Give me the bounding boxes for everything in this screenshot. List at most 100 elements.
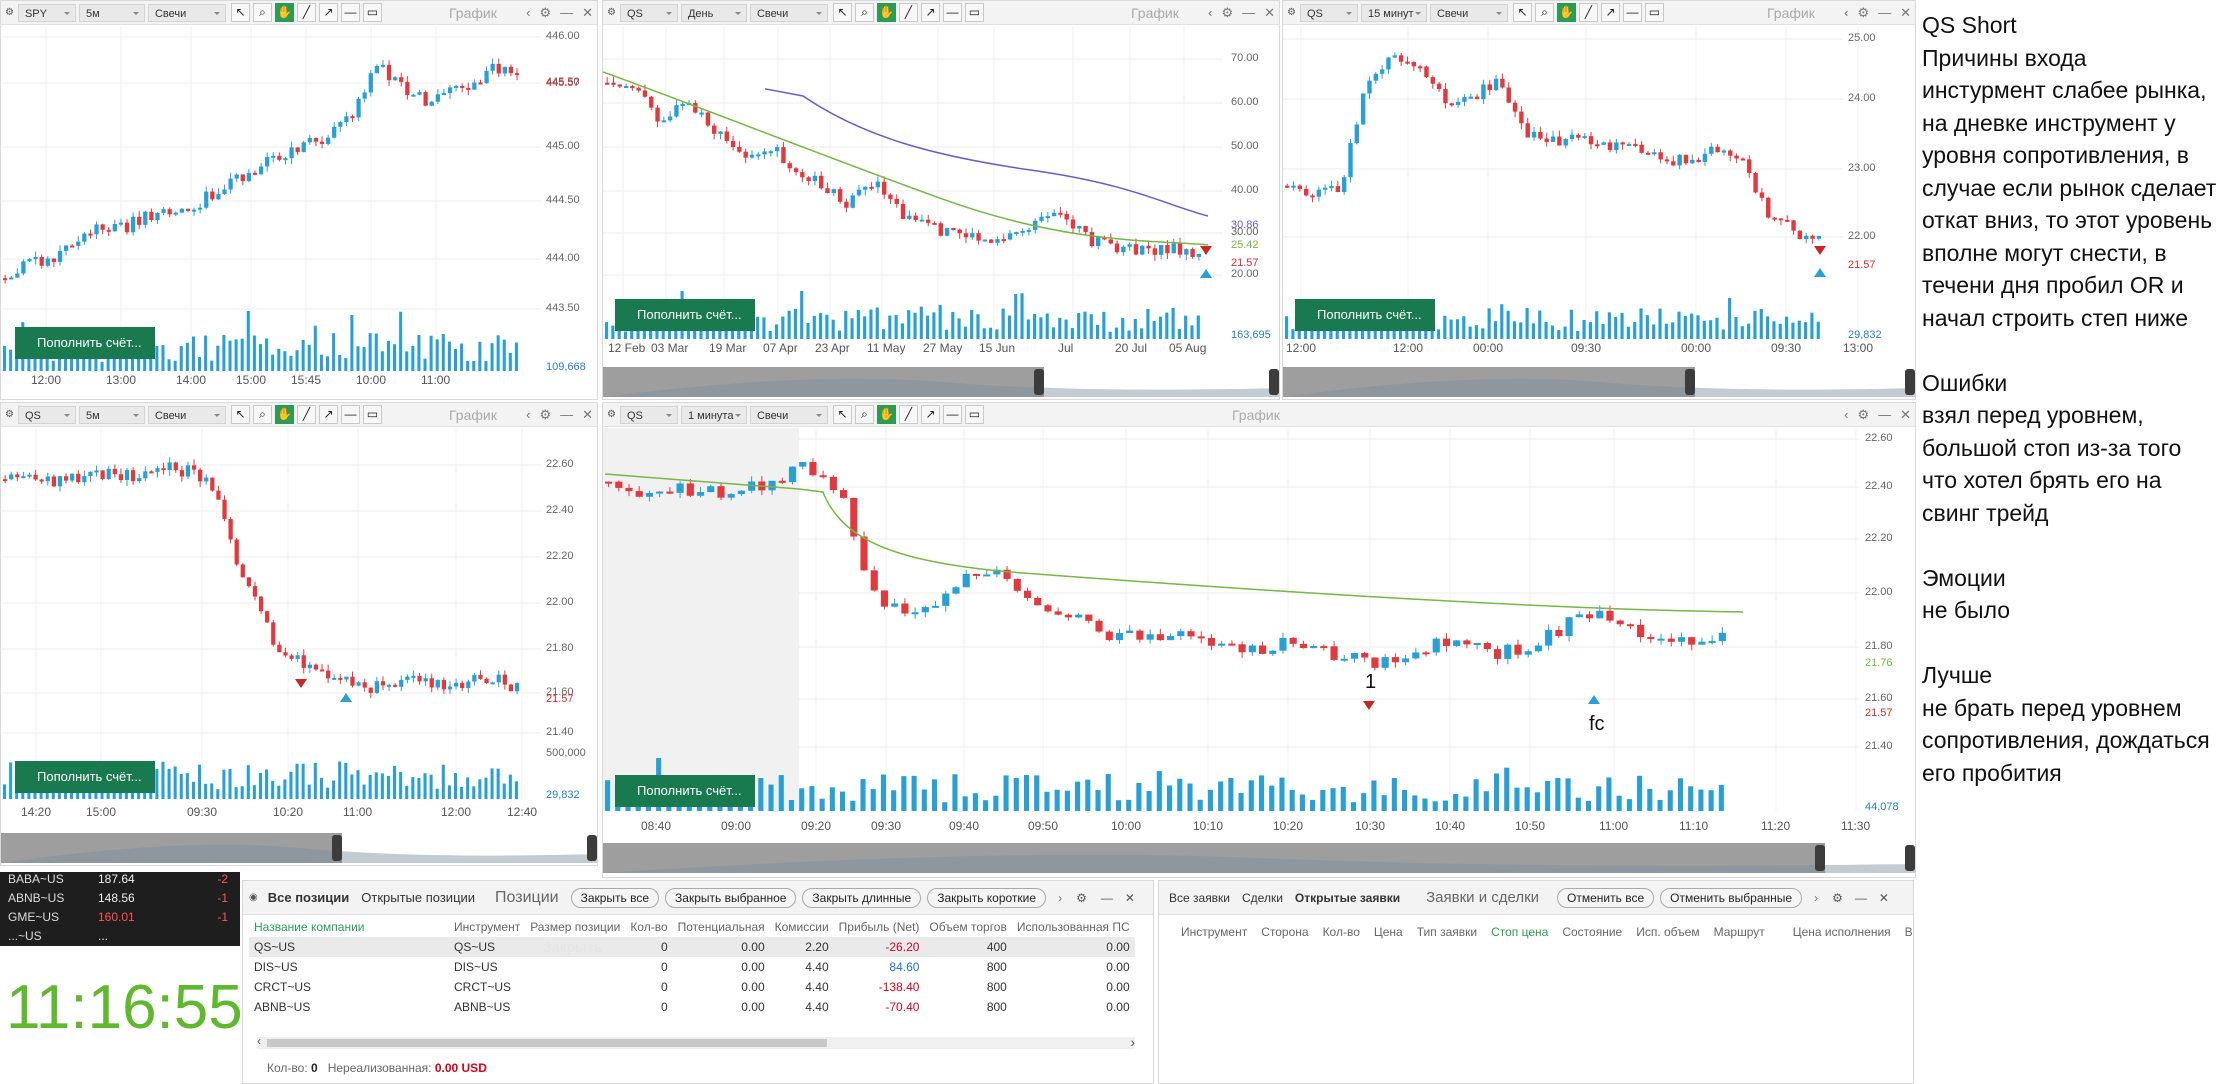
- navigator-handle-right[interactable]: [1905, 369, 1915, 395]
- close-icon[interactable]: ✕: [1125, 891, 1135, 905]
- table-row[interactable]: CRCT~US CRCT~US 0 0.00 4.40 -138.40 800 0.00: [249, 977, 1135, 997]
- tab-open-orders[interactable]: Открытые заявки: [1289, 891, 1406, 905]
- navigator-handle-right[interactable]: [587, 835, 597, 861]
- column-header[interactable]: Потенциальная: [673, 917, 770, 937]
- table-row[interactable]: ABNB~US ABNB~US 0 0.00 4.40 -70.40 800 0.00: [249, 997, 1135, 1017]
- column-header[interactable]: Маршрут: [1714, 925, 1765, 939]
- minimize-icon[interactable]: —: [1855, 891, 1867, 905]
- table-cell: QS~US: [454, 940, 496, 954]
- x-tick-label: 12:00: [31, 373, 62, 387]
- cancel-all-button[interactable]: Отменить все: [1557, 887, 1655, 908]
- time-navigator[interactable]: [1, 833, 597, 863]
- y-tick-label: 22.20: [546, 550, 574, 562]
- x-tick-label: 11:30: [1841, 819, 1871, 833]
- column-header[interactable]: Состояние: [1562, 925, 1622, 939]
- settings-icon[interactable]: ⚙: [1832, 891, 1843, 905]
- chart-panel-qs15[interactable]: ⚙ QS 15 минут Свечи ↖ ⌕ ✋ ╱ ↗ — ▭ График…: [1282, 0, 1916, 400]
- note-line: начал строить степ ниже: [1922, 304, 2189, 331]
- time-navigator[interactable]: [1283, 367, 1915, 397]
- chart-panel-qsday[interactable]: ⚙ QS День Свечи ↖ ⌕ ✋ ╱ ↗ — ▭ График ‹ ⚙ — ✕…: [602, 0, 1280, 400]
- x-tick-label: 09:30: [871, 819, 902, 833]
- watchlist-row[interactable]: ABNB~US 148.56 -1: [8, 891, 234, 910]
- clock-panel: 11:16:55: [0, 946, 240, 1084]
- watchlist-row[interactable]: GME~US 160.01 -1: [8, 910, 234, 929]
- x-tick-label: 11:20: [1761, 819, 1791, 833]
- column-header[interactable]: Кол-во: [625, 917, 672, 937]
- column-header[interactable]: Вид: [1905, 925, 1913, 939]
- x-tick-label: 09:50: [1028, 819, 1059, 833]
- fund-account-button[interactable]: Пополнить счёт...: [615, 775, 755, 807]
- column-header[interactable]: Цена исполнения: [1793, 925, 1891, 939]
- table-cell: 0: [660, 980, 668, 994]
- column-header[interactable]: Инструмент: [1181, 925, 1247, 939]
- column-header[interactable]: Размер позиции: [525, 917, 625, 937]
- fund-account-button[interactable]: Пополнить счёт...: [15, 327, 155, 359]
- table-cell: [525, 977, 625, 997]
- table-row[interactable]: DIS~US DIS~US 0 0.00 4.40 84.60 800 0.00: [249, 957, 1135, 977]
- column-header[interactable]: Стоп цена: [1491, 925, 1548, 939]
- cancel-selected-button[interactable]: Отменить выбранные: [1660, 887, 1803, 908]
- navigator-handle-left[interactable]: [1815, 845, 1826, 871]
- fund-account-button[interactable]: Пополнить счёт...: [615, 299, 755, 331]
- column-header[interactable]: Исп. объем: [1636, 925, 1699, 939]
- navigator-handle-left[interactable]: [1033, 369, 1044, 395]
- x-tick-label: 10:30: [1355, 819, 1386, 833]
- pin-icon[interactable]: ◉: [249, 892, 258, 903]
- close-short-button[interactable]: Закрыть короткие: [927, 887, 1047, 908]
- close-icon[interactable]: ✕: [1879, 891, 1889, 905]
- column-header[interactable]: Инструмент: [449, 917, 525, 937]
- tab-all-positions[interactable]: Все позиции: [262, 890, 356, 905]
- table-cell: -70.40: [885, 1000, 920, 1014]
- navigator-handle-left[interactable]: [1685, 369, 1696, 395]
- navigator-handle-left[interactable]: [331, 835, 342, 861]
- navigator-handle-right[interactable]: [1905, 845, 1915, 871]
- column-header[interactable]: Сторона: [1261, 925, 1308, 939]
- last-price-label: 21.57: [1848, 259, 1876, 271]
- settings-icon[interactable]: ⚙: [1076, 891, 1087, 905]
- column-header[interactable]: Прибыль (Net): [834, 917, 925, 937]
- scroll-left-icon[interactable]: ‹: [257, 1034, 261, 1048]
- note-line: сопротивления, дождаться: [1922, 727, 2210, 753]
- chart-panel-qs1[interactable]: ⚙ QS 1 минута Свечи ↖ ⌕ ✋ ╱ ↗ — ▭ График…: [602, 402, 1916, 878]
- y-tick-label: 21.80: [1865, 640, 1893, 652]
- x-tick-label: 10:50: [1515, 819, 1546, 833]
- column-header[interactable]: Объем торгов: [924, 917, 1011, 937]
- chart-canvas[interactable]: [1, 403, 598, 866]
- y-tick-label: 444.00: [546, 252, 580, 264]
- chart-canvas[interactable]: [603, 403, 1916, 878]
- column-header[interactable]: Название компании: [249, 917, 449, 937]
- time-navigator[interactable]: [603, 843, 1915, 873]
- chart-panel-spy5[interactable]: ⚙ SPY 5м Свечи ↖ ⌕ ✋ ╱ ↗ — ▭ График ‹ ⚙ — ✕ 4…: [0, 0, 598, 400]
- y-tick-label: 24.00: [1848, 92, 1876, 104]
- fund-account-button[interactable]: Пополнить счёт...: [15, 761, 155, 793]
- close-selected-button[interactable]: Закрыть выбранное: [665, 887, 797, 908]
- chevron-right-icon[interactable]: ›: [1814, 891, 1818, 905]
- time-navigator[interactable]: [603, 367, 1279, 397]
- tab-trades[interactable]: Сделки: [1236, 891, 1289, 905]
- navigator-handle-right[interactable]: [1269, 369, 1279, 395]
- x-tick-label: Jul: [1058, 341, 1074, 355]
- table-cell: 0.00: [1106, 960, 1130, 974]
- horizontal-scrollbar[interactable]: ‹ ›: [257, 1034, 1135, 1050]
- chevron-right-icon[interactable]: ›: [1058, 891, 1062, 905]
- column-header[interactable]: Цена: [1374, 925, 1403, 939]
- watchlist-row[interactable]: BABA~US 187.64 -2: [8, 872, 234, 891]
- close-long-button[interactable]: Закрыть длинные: [802, 887, 922, 908]
- chart-panel-qs5[interactable]: ⚙ QS 5м Свечи ↖ ⌕ ✋ ╱ ↗ — ▭ График ‹ ⚙ — ✕ 22…: [0, 402, 598, 866]
- table-row[interactable]: QS~US QS~US 0 0.00 2.20 -26.20 400 0.00: [249, 937, 1135, 957]
- tab-all-orders[interactable]: Все заявки: [1163, 891, 1236, 905]
- close-all-button[interactable]: Закрыть все: [570, 887, 660, 908]
- column-header[interactable]: Использованная ПС: [1012, 917, 1135, 937]
- note-line: уровня сопротивления, в: [1922, 142, 2189, 168]
- note-line: что хотел брять его на: [1922, 467, 2162, 493]
- column-header[interactable]: Комиссии: [770, 917, 834, 937]
- column-header[interactable]: Тип заявки: [1417, 925, 1477, 939]
- column-header[interactable]: Кол-во: [1323, 925, 1360, 939]
- fund-account-button[interactable]: Пополнить счёт...: [1295, 299, 1435, 331]
- tab-open-positions[interactable]: Открытые позиции: [355, 890, 481, 905]
- minimize-icon[interactable]: —: [1101, 891, 1113, 905]
- scroll-right-icon[interactable]: ›: [1130, 1034, 1135, 1050]
- x-tick-label: 15:00: [86, 805, 117, 819]
- x-tick-label: 13:00: [1843, 341, 1874, 355]
- watch-symbol: ABNB~US: [8, 891, 65, 905]
